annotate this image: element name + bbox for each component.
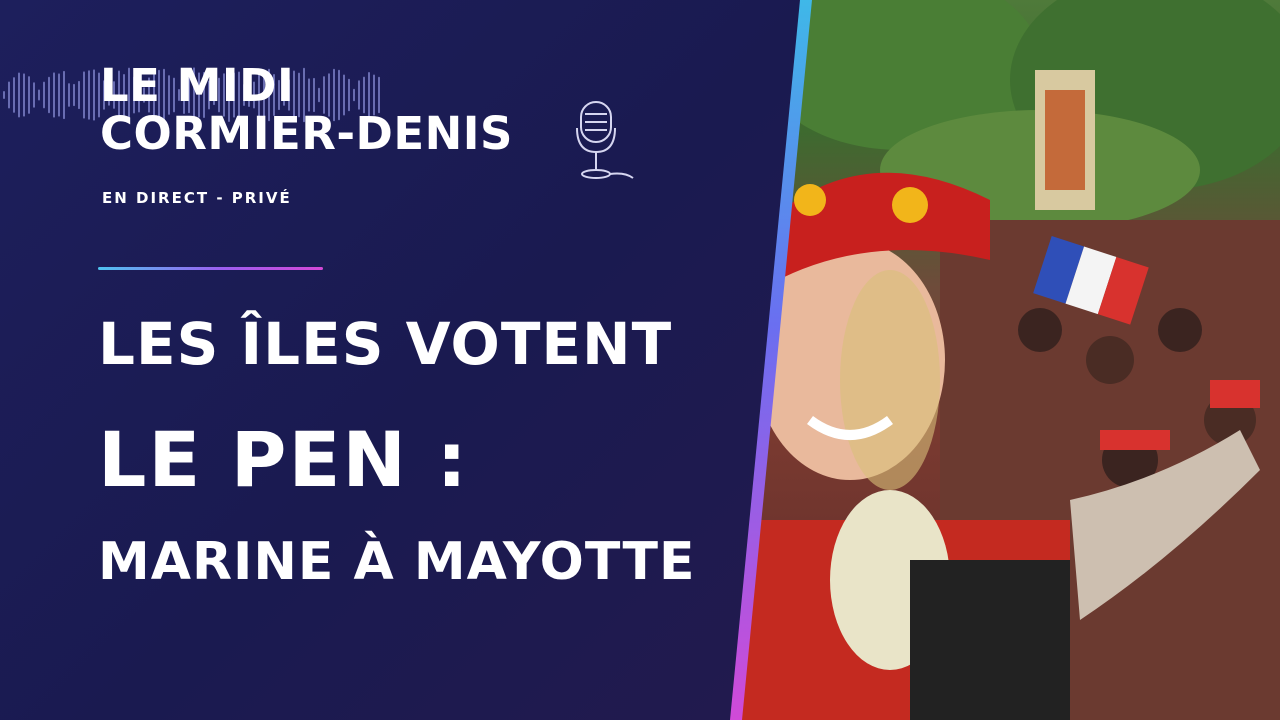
brand-title: LE MIDI CORMIER-DENIS bbox=[100, 62, 513, 158]
crowd-photo bbox=[740, 0, 1280, 720]
headline-line1: LES ÎLES VOTENT bbox=[98, 310, 673, 378]
headline-line3: MARINE À MAYOTTE bbox=[98, 532, 696, 592]
microphone-icon bbox=[576, 101, 634, 179]
photo-illustration bbox=[740, 0, 1280, 720]
live-tagline: EN DIRECT - PRIVÉ bbox=[102, 189, 292, 207]
gradient-divider bbox=[98, 267, 323, 270]
brand-title-line1: LE MIDI bbox=[100, 59, 295, 112]
brand-title-line2: CORMIER-DENIS bbox=[100, 107, 513, 160]
headline-line2: LE PEN : bbox=[98, 415, 469, 504]
